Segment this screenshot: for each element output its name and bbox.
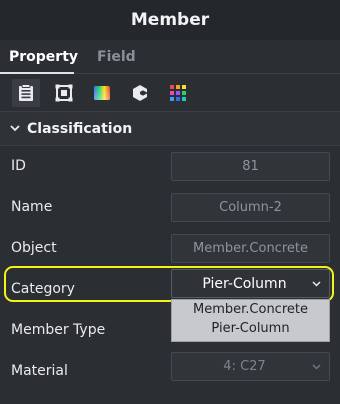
- document-list-icon[interactable]: [12, 79, 40, 107]
- name-field: Column-2: [171, 193, 330, 222]
- tab-bar: Property Field: [0, 40, 340, 74]
- chevron-down-icon: [312, 281, 321, 287]
- material-select: 4: C27: [171, 352, 330, 381]
- chevron-down-icon: [10, 125, 20, 132]
- frame-square-icon[interactable]: [50, 79, 78, 107]
- property-row-id: ID 81: [0, 146, 340, 187]
- color-gradient-icon[interactable]: [88, 79, 116, 107]
- panel-bottom: [0, 396, 340, 404]
- chevron-down-icon: [312, 364, 321, 370]
- panel-title-text: Member: [130, 10, 210, 30]
- property-row-object: Object Member.Concrete: [0, 228, 340, 269]
- property-row-member-type: Member Type: [0, 310, 340, 351]
- category-dropdown[interactable]: Pier-Column: [171, 269, 330, 298]
- object-field: Member.Concrete: [171, 234, 330, 263]
- name-label: Name: [11, 199, 53, 215]
- color-grid-icon[interactable]: [164, 79, 192, 107]
- property-toolbar: [0, 74, 340, 112]
- object-label: Object: [11, 240, 57, 256]
- cube-refresh-icon[interactable]: [126, 79, 154, 107]
- material-value: 4: C27: [223, 359, 266, 374]
- tab-field[interactable]: Field: [97, 49, 136, 65]
- category-selected-value: Pier-Column: [202, 276, 287, 292]
- tab-property[interactable]: Property: [9, 49, 78, 65]
- id-label: ID: [11, 158, 26, 174]
- material-label: Material: [11, 363, 68, 379]
- id-field: 81: [171, 152, 330, 181]
- property-row-name: Name Column-2: [0, 187, 340, 228]
- member-type-label: Member Type: [11, 322, 106, 338]
- category-label: Category: [11, 281, 75, 297]
- panel-title: Member: [0, 0, 340, 40]
- section-title: Classification: [27, 121, 133, 137]
- classification-section-header[interactable]: Classification: [0, 112, 340, 146]
